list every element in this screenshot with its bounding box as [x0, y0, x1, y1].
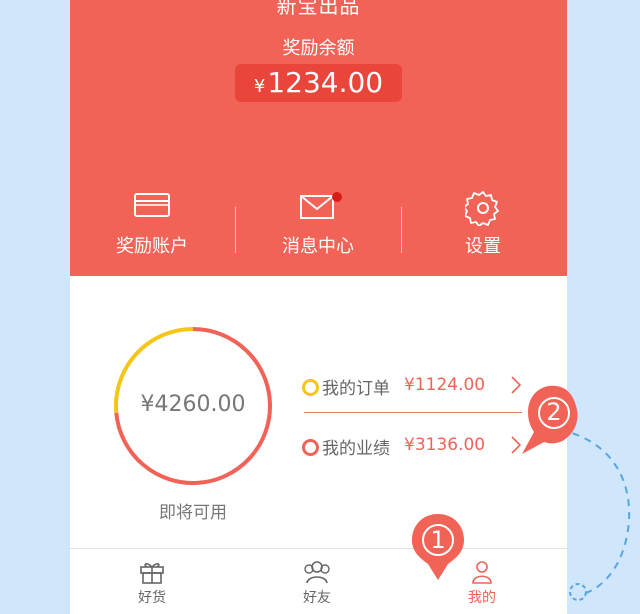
annotation-pin-2: 2: [518, 382, 582, 458]
orders-legend-dot: [302, 379, 319, 396]
total-label: 即将可用: [159, 503, 227, 523]
tab-label-friends: 好友: [303, 590, 331, 606]
friends-icon: [304, 561, 330, 584]
tab-friends[interactable]: 好友: [277, 549, 357, 614]
unread-badge: [332, 192, 342, 202]
balance-value: 1234.00: [267, 66, 384, 99]
balance-amount[interactable]: ¥1234.00: [235, 64, 402, 102]
nav-label-settings: 设置: [465, 236, 501, 257]
currency-symbol: ¥: [253, 76, 266, 97]
pin-number: 1: [430, 526, 446, 554]
tab-label-mine: 我的: [468, 590, 496, 606]
nav-reward-account[interactable]: 奖励账户: [82, 190, 222, 260]
nav-message-center[interactable]: 消息中心: [248, 190, 388, 260]
app-screen: 新宝出品 奖励余额 ¥1234.00 奖励账户 消息中心 设置 ¥4260.00…: [70, 0, 567, 614]
nav-label-reward-account: 奖励账户: [116, 236, 188, 257]
row-my-performance[interactable]: 我的业绩 ¥3136.00: [302, 434, 542, 460]
annotation-pin-1: 1: [410, 512, 466, 582]
divider: [401, 207, 402, 253]
tab-label-goods: 好货: [138, 590, 166, 606]
card-icon: [134, 193, 170, 217]
divider: [235, 207, 236, 253]
orders-value: ¥1124.00: [404, 375, 486, 395]
profile-header: 新宝出品 奖励余额 ¥1234.00 奖励账户 消息中心 设置: [70, 0, 567, 276]
brand-title: 新宝出品: [276, 0, 361, 18]
row-divider: [304, 412, 522, 413]
tab-goods[interactable]: 好货: [112, 549, 192, 614]
bottom-tab-bar: 好货 好友 我的: [70, 548, 567, 614]
performance-value: ¥3136.00: [404, 435, 486, 455]
row-my-orders[interactable]: 我的订单 ¥1124.00: [302, 374, 542, 400]
nav-settings[interactable]: 设置: [413, 190, 553, 260]
orders-label: 我的订单: [322, 379, 390, 399]
total-amount: ¥4260.00: [140, 392, 246, 417]
pin-number: 2: [546, 398, 562, 426]
person-icon: [472, 561, 492, 584]
performance-label: 我的业绩: [322, 439, 390, 459]
gift-icon: [140, 563, 164, 584]
performance-legend-dot: [302, 439, 319, 456]
gear-icon: [465, 191, 499, 226]
balance-label: 奖励余额: [282, 38, 355, 59]
nav-label-message-center: 消息中心: [282, 236, 354, 257]
